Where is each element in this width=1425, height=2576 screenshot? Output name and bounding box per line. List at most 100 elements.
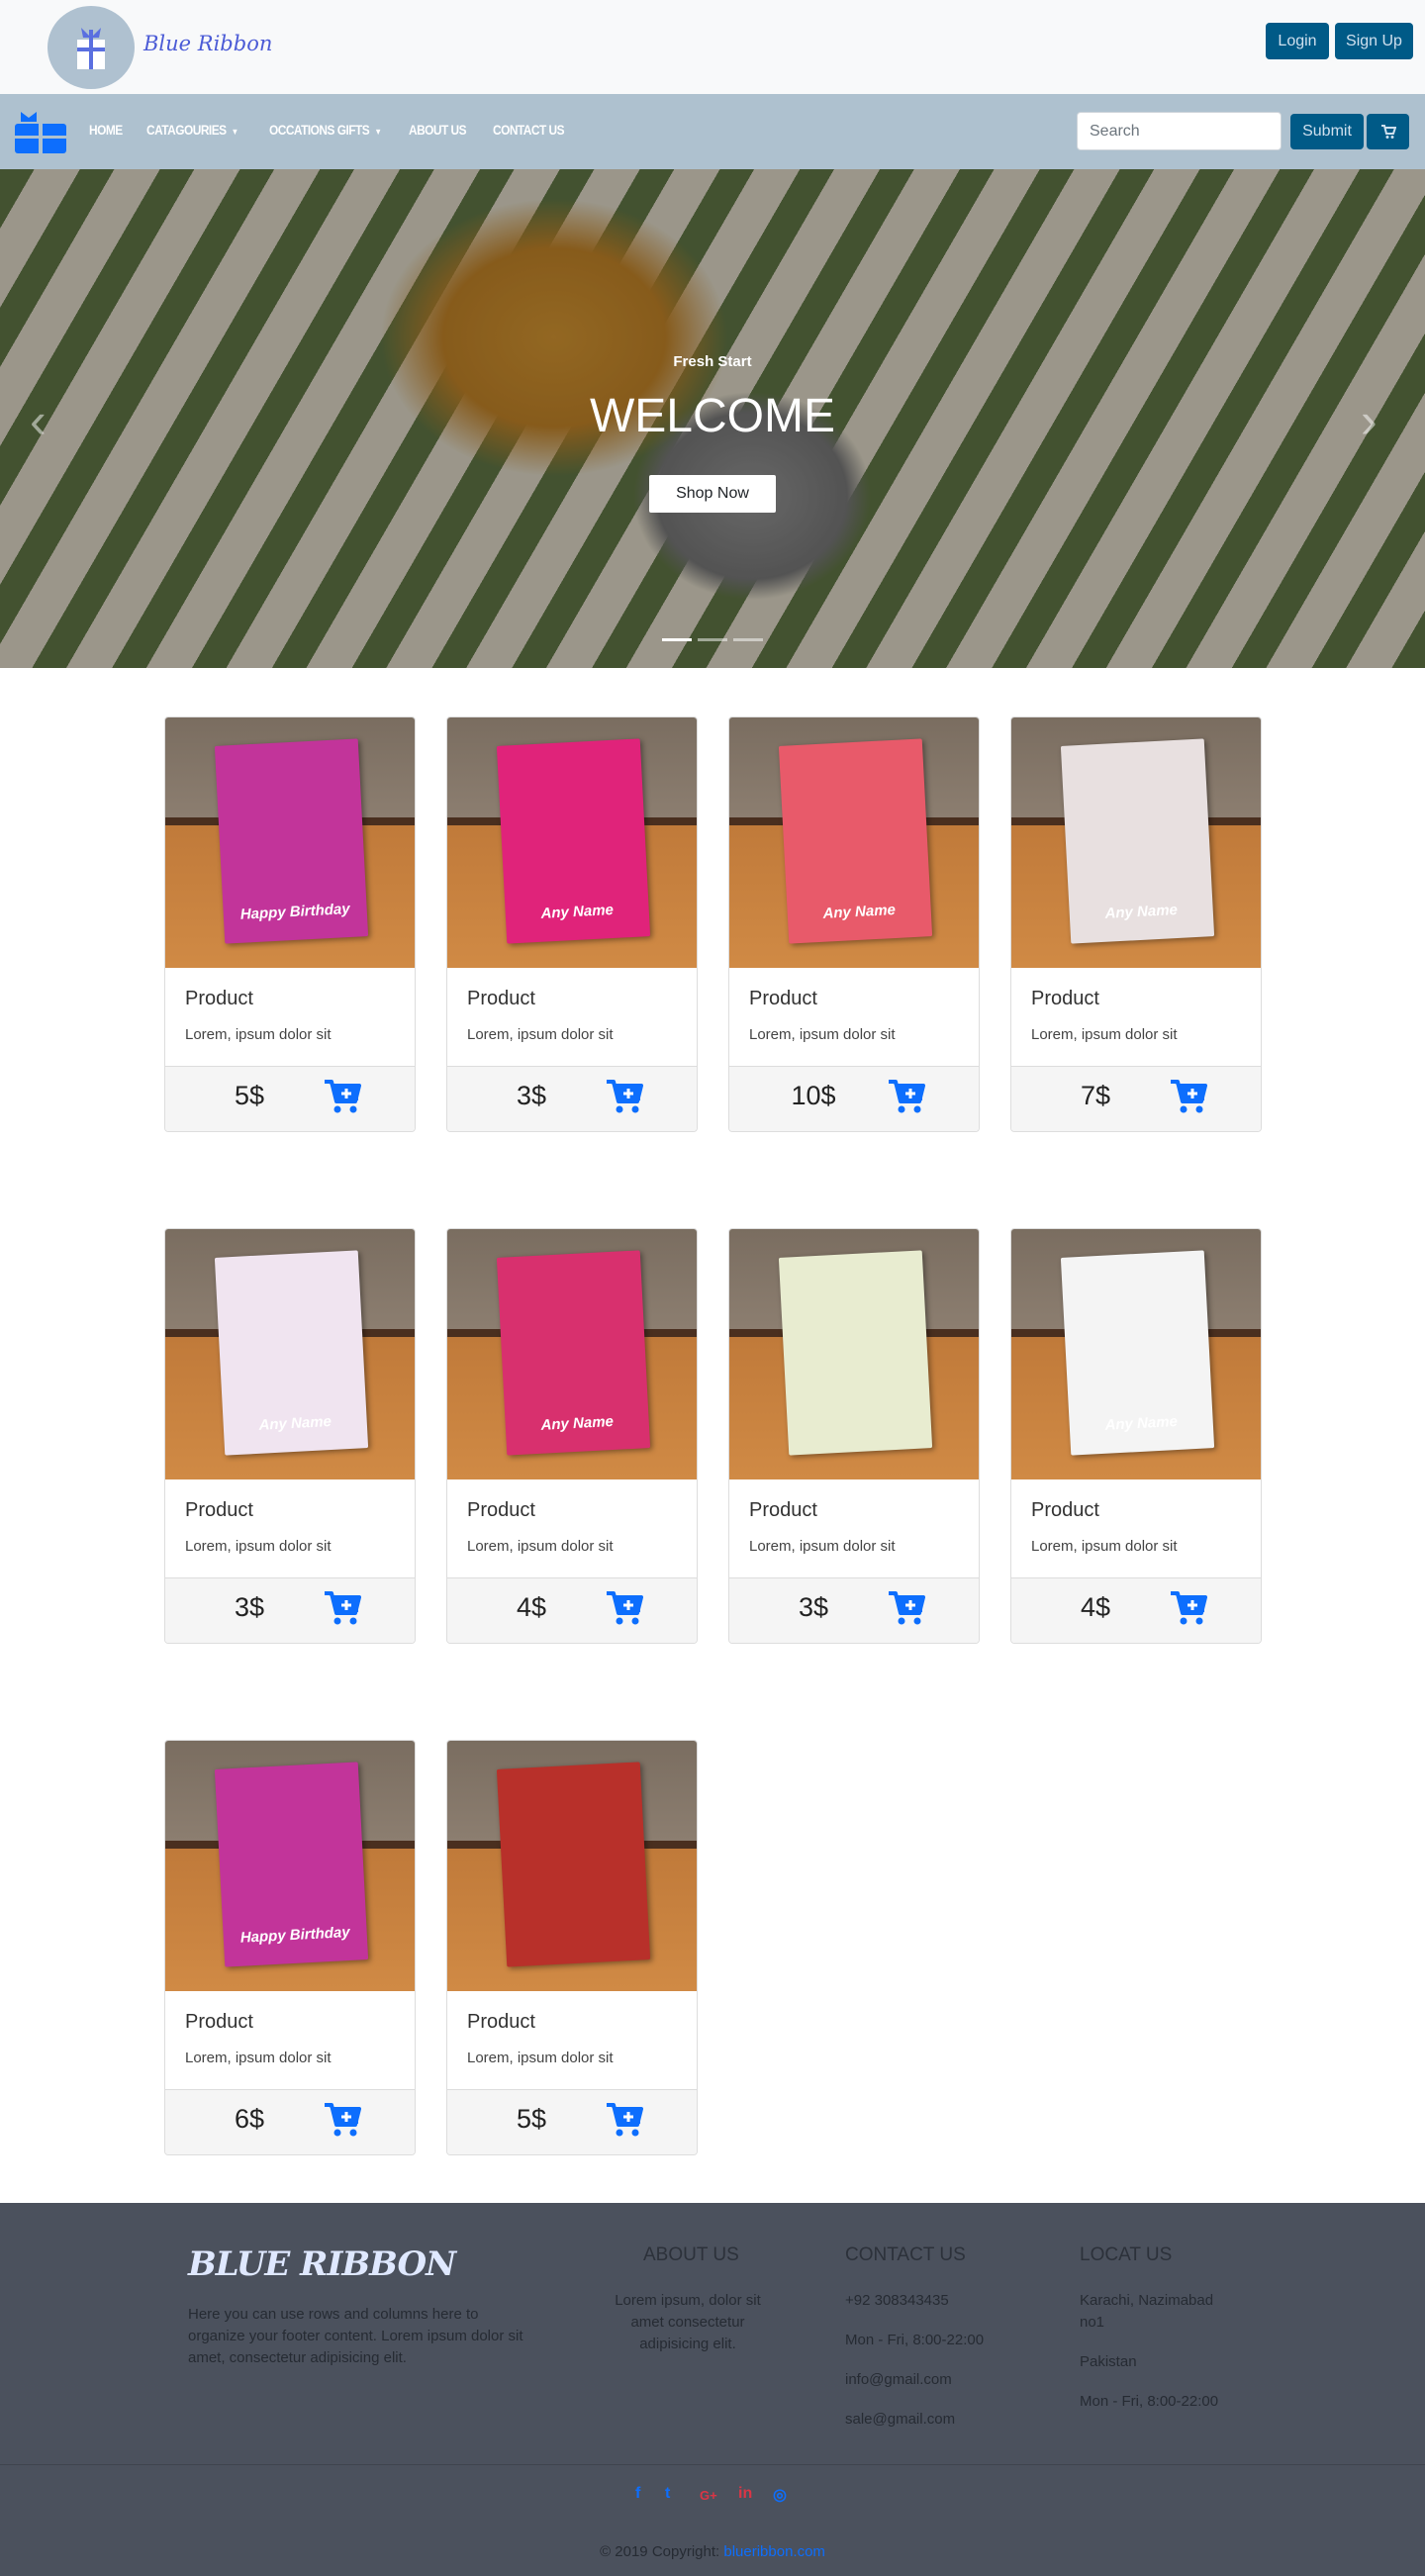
product-image[interactable]: Happy Birthday (165, 717, 415, 968)
submit-button[interactable]: Submit (1290, 114, 1364, 149)
product-description: Lorem, ipsum dolor sit (1031, 1026, 1178, 1043)
add-to-cart-icon[interactable] (324, 1079, 361, 1114)
product-footer: 6$ (165, 2089, 415, 2154)
product-footer: 10$ (729, 1066, 979, 1131)
product-art: Any Name (496, 738, 651, 944)
product-art (496, 1762, 651, 1967)
cart-button[interactable] (1367, 114, 1409, 149)
add-to-cart-icon[interactable] (606, 1590, 643, 1626)
nav-about[interactable]: ABOUT US (409, 122, 467, 138)
product-art-text: Any Name (822, 901, 897, 922)
copyright: © 2019 Copyright: blueribbon.com (0, 2543, 1425, 2560)
product-image[interactable]: Any Name (447, 1229, 697, 1479)
product-card[interactable]: Any Name Product Lorem, ipsum dolor sit … (164, 1228, 416, 1644)
product-price: 4$ (1080, 1592, 1111, 1622)
caret-down-icon: ▼ (374, 127, 382, 137)
product-price: 7$ (1080, 1081, 1111, 1110)
product-card[interactable]: Happy Birthday Product Lorem, ipsum dolo… (164, 1740, 416, 2155)
footer-email-info[interactable]: info@gmail.com (845, 2369, 952, 2391)
footer-locate-heading: LOCAT US (1080, 2244, 1173, 2265)
product-title: Product (1031, 1499, 1099, 1521)
brand-name[interactable]: Blue Ribbon (143, 32, 272, 55)
product-footer: 3$ (165, 1577, 415, 1643)
product-description: Lorem, ipsum dolor sit (467, 2050, 614, 2066)
product-title: Product (467, 1499, 535, 1521)
copyright-text: © 2019 Copyright: (600, 2543, 720, 2560)
carousel-indicator[interactable] (698, 638, 727, 641)
shop-now-button[interactable]: Shop Now (649, 475, 776, 513)
add-to-cart-icon[interactable] (888, 1079, 925, 1114)
footer-brand: BLUE RIBBON (188, 2244, 456, 2284)
add-to-cart-icon[interactable] (1170, 1079, 1207, 1114)
add-to-cart-icon[interactable] (606, 2102, 643, 2138)
product-title: Product (467, 988, 535, 1009)
top-header: Blue Ribbon Login Sign Up (0, 0, 1425, 94)
copyright-link[interactable]: blueribbon.com (723, 2543, 825, 2560)
product-image[interactable]: Any Name (1011, 1229, 1261, 1479)
product-description: Lorem, ipsum dolor sit (185, 1026, 332, 1043)
linkedin-icon[interactable]: in (738, 2485, 752, 2503)
product-image[interactable]: Any Name (165, 1229, 415, 1479)
login-button[interactable]: Login (1266, 23, 1329, 59)
add-to-cart-icon[interactable] (888, 1590, 925, 1626)
product-price: 4$ (516, 1592, 547, 1622)
footer-email-sale[interactable]: sale@gmail.com (845, 2409, 955, 2431)
product-description: Lorem, ipsum dolor sit (185, 2050, 332, 2066)
facebook-icon[interactable]: f (635, 2485, 640, 2503)
add-to-cart-icon[interactable] (324, 2102, 361, 2138)
twitter-icon[interactable]: t (665, 2485, 670, 2503)
product-image[interactable]: Happy Birthday (165, 1741, 415, 1991)
carousel-indicator-active[interactable] (662, 638, 692, 641)
product-card[interactable]: Any Name Product Lorem, ipsum dolor sit … (446, 1228, 698, 1644)
product-card[interactable]: Any Name Product Lorem, ipsum dolor sit … (728, 716, 980, 1132)
add-to-cart-icon[interactable] (606, 1079, 643, 1114)
footer-description: Here you can use rows and columns here t… (188, 2306, 523, 2366)
product-art: Any Name (496, 1250, 651, 1456)
carousel-indicator[interactable] (733, 638, 763, 641)
nav-contact[interactable]: CONTACT US (493, 122, 565, 138)
product-footer: 5$ (447, 2089, 697, 2154)
product-title: Product (1031, 988, 1099, 1009)
add-to-cart-icon[interactable] (1170, 1590, 1207, 1626)
product-title: Product (185, 988, 253, 1009)
product-card[interactable]: Any Name Product Lorem, ipsum dolor sit … (1010, 1228, 1262, 1644)
product-card[interactable]: Product Lorem, ipsum dolor sit 5$ (446, 1740, 698, 2155)
product-art-text (788, 1428, 931, 1436)
nav-categories-label: CATAGOURIES (146, 122, 227, 138)
footer-contact-heading: CONTACT US (845, 2244, 966, 2265)
product-title: Product (749, 1499, 817, 1521)
product-title: Product (185, 1499, 253, 1521)
dribbble-icon[interactable]: ◎ (773, 2485, 787, 2505)
product-art-text: Happy Birthday (239, 1924, 351, 1947)
add-to-cart-icon[interactable] (324, 1590, 361, 1626)
google-plus-icon[interactable]: G+ (700, 2488, 717, 2503)
signup-button[interactable]: Sign Up (1335, 23, 1413, 59)
logo[interactable] (48, 6, 135, 89)
product-image[interactable]: Any Name (729, 717, 979, 968)
product-art: Happy Birthday (214, 1762, 369, 1967)
product-card[interactable]: Happy Birthday Product Lorem, ipsum dolo… (164, 716, 416, 1132)
nav-occasion-gifts[interactable]: OCCATIONS GIFTS ▼ (269, 122, 382, 138)
hero-title: WELCOME (589, 390, 835, 442)
nav-categories[interactable]: CATAGOURIES ▼ (146, 122, 238, 138)
footer-locate-hours: Mon - Fri, 8:00-22:00 (1080, 2393, 1219, 2410)
product-card[interactable]: Product Lorem, ipsum dolor sit 3$ (728, 1228, 980, 1644)
product-art-text: Any Name (540, 901, 615, 922)
footer-about-heading: ABOUT US (643, 2244, 739, 2265)
product-image[interactable]: Any Name (1011, 717, 1261, 968)
product-footer: 7$ (1011, 1066, 1261, 1131)
nav-home[interactable]: HOME (89, 122, 123, 138)
product-art-text: Any Name (1104, 1412, 1179, 1434)
nav-occasion-gifts-label: OCCATIONS GIFTS (269, 122, 370, 138)
product-art-text: Any Name (1104, 901, 1179, 922)
product-card[interactable]: Any Name Product Lorem, ipsum dolor sit … (446, 716, 698, 1132)
product-card[interactable]: Any Name Product Lorem, ipsum dolor sit … (1010, 716, 1262, 1132)
product-image[interactable] (729, 1229, 979, 1479)
product-image[interactable] (447, 1741, 697, 1991)
footer-about-text: Lorem ipsum, dolor sit amet consectetur … (615, 2292, 761, 2352)
product-description: Lorem, ipsum dolor sit (185, 1538, 332, 1555)
search-input[interactable] (1077, 112, 1282, 150)
product-image[interactable]: Any Name (447, 717, 697, 968)
gift-icon[interactable] (15, 110, 66, 153)
product-art-text (506, 1940, 649, 1948)
